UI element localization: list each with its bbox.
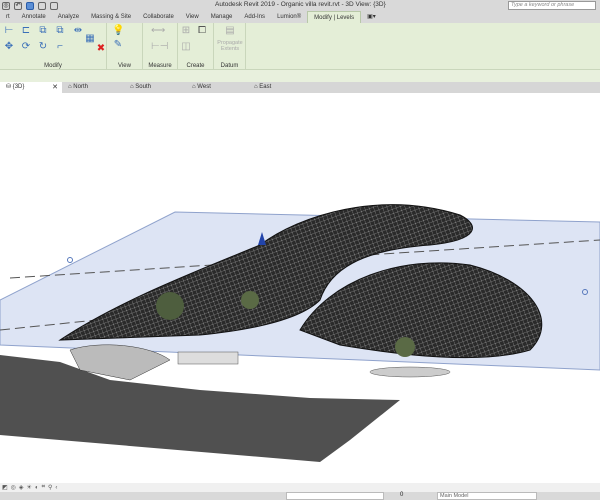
tab-architecture[interactable]: rt xyxy=(0,11,16,23)
tab-analyze[interactable]: Analyze xyxy=(52,11,85,23)
view-panel-label: View xyxy=(118,63,131,69)
hide-isolate-icon[interactable]: ⚲ xyxy=(48,484,52,491)
tab-annotate[interactable]: Annotate xyxy=(16,11,52,23)
tree xyxy=(241,291,259,309)
create-assembly-icon[interactable]: ◫ xyxy=(180,41,192,53)
view-tabs: ⛁ {3D} ✕ ⌂ North ⌂ South ⌂ West ⌂ East xyxy=(0,82,600,93)
view-control-bar: ◩ ◎ ◈ ☀ ◐ ⌗ ⚲ ‹ xyxy=(0,483,600,492)
tab-add-ins[interactable]: Add-Ins xyxy=(238,11,271,23)
datum-panel: ▤ Propagate Extents Datum xyxy=(214,23,246,70)
tab-lumion[interactable]: Lumion® xyxy=(271,11,307,23)
podium xyxy=(177,351,239,365)
tab-massing-site[interactable]: Massing & Site xyxy=(85,11,137,23)
status-bar: 0 Main Model xyxy=(0,492,600,500)
tab-extra-dropdown[interactable]: ▣▾ xyxy=(361,11,382,23)
align-icon[interactable]: ⊢ xyxy=(3,25,15,37)
title-bar: ◎ ↶ Autodesk Revit 2019 - Organic villa … xyxy=(0,0,600,11)
visual-style-icon[interactable]: ◈ xyxy=(19,484,24,491)
modify-panel: ⊢ ⊏ ⧉ ⧉ ✥ ⟳ ↻ ⌐ ⇹ ▦ ✖ Modify xyxy=(0,23,107,70)
undo-icon[interactable]: ↶ xyxy=(14,1,22,10)
trim-icon[interactable]: ⌐ xyxy=(54,41,66,53)
design-option-select[interactable]: Main Model xyxy=(437,492,537,500)
move-icon[interactable]: ✥ xyxy=(3,41,15,53)
mirror-axis-icon[interactable]: ⧉ xyxy=(37,25,49,37)
rotate-icon[interactable]: ↻ xyxy=(37,41,49,53)
create-parts-icon[interactable]: ⊞ xyxy=(180,25,192,37)
measure-icon[interactable]: ⟷ xyxy=(151,25,165,37)
tab-manage[interactable]: Manage xyxy=(205,11,239,23)
offset-icon[interactable]: ⊏ xyxy=(20,25,32,37)
datum-panel-label: Datum xyxy=(220,63,239,69)
copy-icon[interactable]: ⟳ xyxy=(20,41,32,53)
split-icon[interactable]: ⇹ xyxy=(72,25,84,37)
create-group-icon[interactable]: ⧠ xyxy=(196,25,208,37)
view-tab-label: South xyxy=(135,84,151,90)
ribbon-tabs: rt Annotate Analyze Massing & Site Colla… xyxy=(0,11,600,23)
view-panel: 💡 ✎ View xyxy=(107,23,143,70)
sun-path-icon[interactable]: ☀ xyxy=(27,484,32,491)
hide-bulb-icon[interactable]: 💡 xyxy=(112,25,124,37)
scale-icon[interactable]: ◩ xyxy=(2,484,8,491)
tab-modify-levels[interactable]: Modify | Levels xyxy=(307,11,362,23)
editable-count: 0 xyxy=(400,492,404,498)
view-tab-south[interactable]: ⌂ South xyxy=(124,82,186,93)
model-view xyxy=(0,204,600,462)
quick-access-toolbar: ◎ ↶ xyxy=(0,1,58,10)
window-title: Autodesk Revit 2019 - Organic villa revi… xyxy=(215,1,386,8)
view-tab-label: West xyxy=(197,84,211,90)
view-tab-label: East xyxy=(259,84,272,90)
dimension-icon[interactable]: ⊢⊣ xyxy=(151,41,168,53)
measure-panel-label: Measure xyxy=(148,63,172,69)
tab-collaborate[interactable]: Collaborate xyxy=(137,11,180,23)
close-hidden-icon[interactable] xyxy=(50,1,58,10)
view-tab-label: North xyxy=(73,84,88,90)
terrain xyxy=(0,355,400,462)
workset-select[interactable] xyxy=(286,492,384,500)
modify-panel-label: Modify xyxy=(44,63,62,69)
switch-windows-icon[interactable] xyxy=(38,1,46,10)
3d-view-icon: ⛁ xyxy=(6,84,13,90)
crop-icon[interactable]: ⌗ xyxy=(42,484,45,491)
tree xyxy=(395,337,415,357)
ribbon: ⊢ ⊏ ⧉ ⧉ ✥ ⟳ ↻ ⌐ ⇹ ▦ ✖ Modify 💡 ✎ View ⟷ … xyxy=(0,23,600,70)
propagate-extents-button: Propagate Extents xyxy=(217,40,243,52)
create-panel-label: Create xyxy=(186,63,205,69)
delete-icon[interactable]: ✖ xyxy=(95,43,107,55)
view-tab-label: {3D} xyxy=(12,84,25,90)
propagate-extents-icon: ▤ xyxy=(225,25,235,36)
view-tab-east[interactable]: ⌂ East xyxy=(248,82,310,93)
thin-lines-icon[interactable] xyxy=(26,1,34,10)
view-tab-north[interactable]: ⌂ North xyxy=(62,82,124,93)
options-bar xyxy=(0,70,600,82)
view-tab-3d[interactable]: ⛁ {3D} ✕ xyxy=(0,82,62,93)
close-icon[interactable]: ✕ xyxy=(52,82,58,93)
view-tab-west[interactable]: ⌂ West xyxy=(186,82,248,93)
tree xyxy=(156,292,184,320)
shadows-icon[interactable]: ◐ xyxy=(35,485,39,491)
mirror-draw-icon[interactable]: ⧉ xyxy=(54,25,66,37)
tab-view[interactable]: View xyxy=(180,11,205,23)
open-icon[interactable]: ◎ xyxy=(2,1,10,10)
create-panel: ⊞ ⧠ ◫ Create xyxy=(178,23,214,70)
search-input[interactable]: Type a keyword or phrase xyxy=(508,1,596,10)
3d-viewport[interactable] xyxy=(0,93,600,483)
collapse-icon[interactable]: ‹ xyxy=(55,485,57,491)
detail-level-icon[interactable]: ◎ xyxy=(11,484,16,491)
override-brush-icon[interactable]: ✎ xyxy=(112,39,124,51)
measure-panel: ⟷ ⊢⊣ Measure xyxy=(143,23,178,70)
